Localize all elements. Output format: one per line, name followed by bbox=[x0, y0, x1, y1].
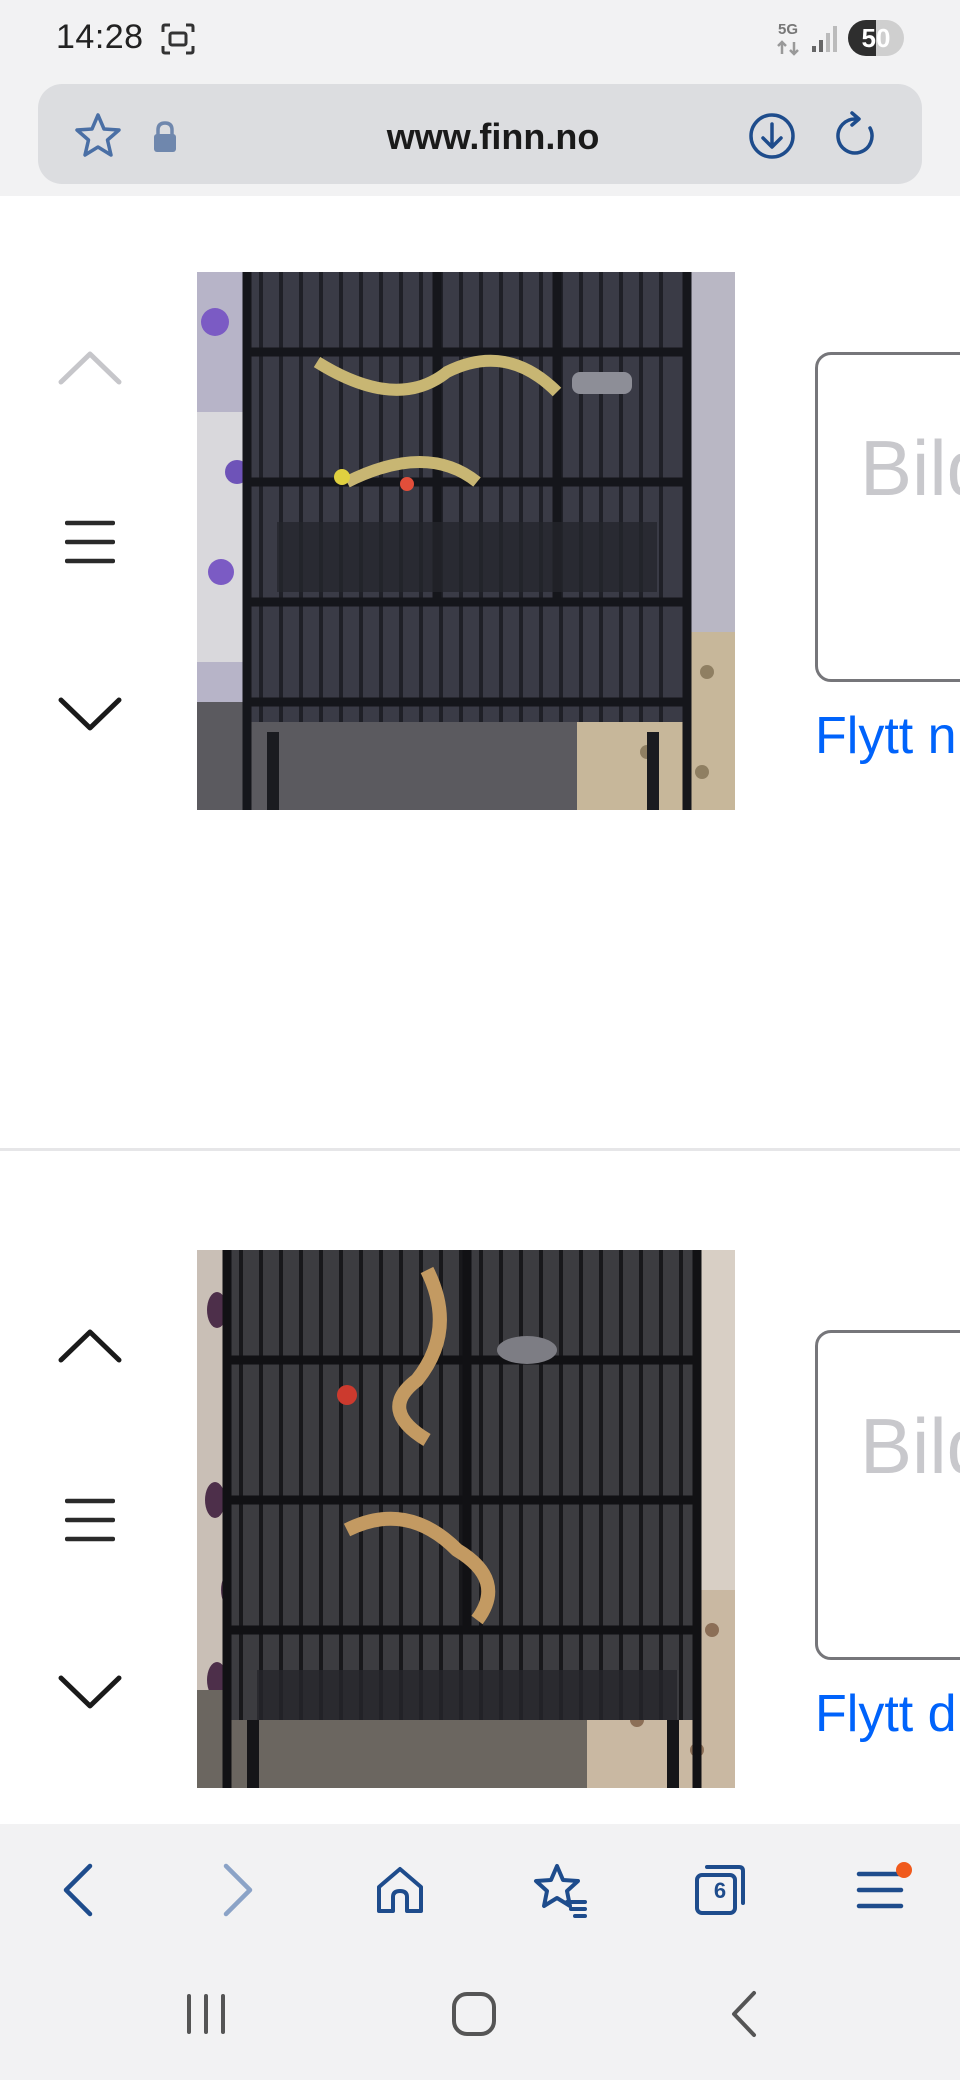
home-icon bbox=[377, 1867, 423, 1913]
bird-cage-image bbox=[197, 1250, 735, 1788]
chevron-up-icon bbox=[58, 1329, 122, 1363]
chevron-up-icon bbox=[58, 351, 122, 385]
drag-handle-icon bbox=[65, 520, 115, 564]
screenshot-icon bbox=[161, 23, 195, 55]
status-bar: 14:28 5G 50 bbox=[0, 0, 960, 78]
divider bbox=[0, 1148, 960, 1151]
drag-handle[interactable] bbox=[52, 1490, 128, 1550]
image-list: Bild Flytt n bbox=[0, 196, 960, 1824]
star-icon[interactable] bbox=[72, 110, 124, 162]
move-down-button[interactable] bbox=[52, 1662, 128, 1722]
tabs-count: 6 bbox=[713, 1878, 727, 1903]
lock-icon bbox=[154, 121, 176, 152]
caption-field[interactable]: Bild bbox=[815, 352, 960, 682]
chevron-down-icon bbox=[58, 697, 122, 731]
move-image-link[interactable]: Flytt d bbox=[815, 1684, 957, 1744]
menu-button[interactable] bbox=[842, 1852, 918, 1928]
system-navigation bbox=[0, 1954, 960, 2080]
caption-placeholder: Bild bbox=[860, 424, 960, 512]
signal-icon bbox=[812, 26, 837, 52]
bookmarks-icon bbox=[534, 1864, 587, 1918]
image-row: Bild Flytt n bbox=[0, 196, 960, 810]
drag-handle[interactable] bbox=[52, 512, 128, 572]
network-5g-icon: 5G bbox=[777, 21, 799, 56]
chevron-down-icon bbox=[58, 1675, 122, 1709]
url-text[interactable]: www.finn.no bbox=[258, 116, 728, 158]
move-up-button[interactable] bbox=[52, 338, 128, 398]
drag-handle-icon bbox=[65, 1498, 115, 1542]
caption-placeholder: Bild bbox=[860, 1402, 960, 1490]
browser-toolbar: 6 bbox=[0, 1824, 960, 1954]
status-time: 14:28 bbox=[56, 18, 144, 56]
system-back-button[interactable] bbox=[704, 1984, 784, 2044]
image-row: Bild Flytt d bbox=[0, 1174, 960, 1788]
forward-button[interactable] bbox=[200, 1852, 276, 1928]
move-up-button[interactable] bbox=[52, 1316, 128, 1376]
recents-button[interactable] bbox=[166, 1984, 246, 2044]
bird-cage-image bbox=[197, 272, 735, 810]
tabs-button[interactable]: 6 bbox=[682, 1852, 758, 1928]
battery-level: 50 bbox=[861, 23, 891, 53]
address-bar[interactable]: www.finn.no bbox=[38, 84, 922, 184]
home-button-icon bbox=[452, 1992, 496, 2036]
system-back-icon bbox=[732, 1991, 756, 2037]
home-button[interactable] bbox=[362, 1852, 438, 1928]
forward-icon bbox=[223, 1863, 253, 1917]
listing-photo[interactable] bbox=[197, 1250, 735, 1788]
battery-indicator: 50 bbox=[848, 20, 904, 56]
home-system-button[interactable] bbox=[434, 1984, 514, 2044]
bookmarks-button[interactable] bbox=[522, 1852, 598, 1928]
back-icon bbox=[63, 1863, 93, 1917]
network-label: 5G bbox=[778, 21, 798, 38]
move-down-button[interactable] bbox=[52, 684, 128, 744]
download-icon[interactable] bbox=[746, 110, 798, 162]
notification-dot bbox=[896, 1862, 912, 1878]
back-button[interactable] bbox=[40, 1852, 116, 1928]
reload-icon[interactable] bbox=[830, 110, 882, 162]
caption-field[interactable]: Bild bbox=[815, 1330, 960, 1660]
recents-icon bbox=[187, 1994, 225, 2034]
browser-header: www.finn.no bbox=[0, 78, 960, 196]
move-image-link[interactable]: Flytt n bbox=[815, 706, 957, 766]
listing-photo[interactable] bbox=[197, 272, 735, 810]
